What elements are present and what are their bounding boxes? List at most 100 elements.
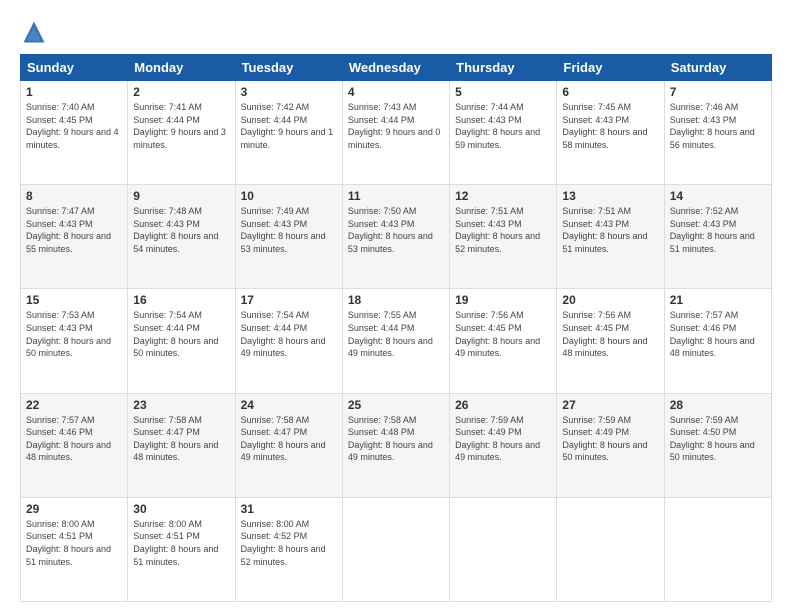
day-number: 28	[670, 398, 766, 412]
day-number: 16	[133, 293, 229, 307]
calendar-cell	[557, 497, 664, 601]
day-number: 20	[562, 293, 658, 307]
calendar-cell: 12 Sunrise: 7:51 AM Sunset: 4:43 PM Dayl…	[450, 185, 557, 289]
day-info: Sunrise: 7:57 AM Sunset: 4:46 PM Dayligh…	[670, 310, 755, 358]
day-number: 25	[348, 398, 444, 412]
day-number: 1	[26, 85, 122, 99]
day-info: Sunrise: 7:58 AM Sunset: 4:48 PM Dayligh…	[348, 415, 433, 463]
day-number: 31	[241, 502, 337, 516]
day-number: 19	[455, 293, 551, 307]
day-number: 22	[26, 398, 122, 412]
col-header-saturday: Saturday	[664, 55, 771, 81]
day-number: 30	[133, 502, 229, 516]
calendar-week-3: 15 Sunrise: 7:53 AM Sunset: 4:43 PM Dayl…	[21, 289, 772, 393]
day-info: Sunrise: 7:56 AM Sunset: 4:45 PM Dayligh…	[455, 310, 540, 358]
page: SundayMondayTuesdayWednesdayThursdayFrid…	[0, 0, 792, 612]
day-number: 6	[562, 85, 658, 99]
calendar-cell: 11 Sunrise: 7:50 AM Sunset: 4:43 PM Dayl…	[342, 185, 449, 289]
col-header-thursday: Thursday	[450, 55, 557, 81]
logo-icon	[20, 18, 48, 46]
calendar-cell: 2 Sunrise: 7:41 AM Sunset: 4:44 PM Dayli…	[128, 81, 235, 185]
calendar-cell: 26 Sunrise: 7:59 AM Sunset: 4:49 PM Dayl…	[450, 393, 557, 497]
calendar-cell: 3 Sunrise: 7:42 AM Sunset: 4:44 PM Dayli…	[235, 81, 342, 185]
day-number: 4	[348, 85, 444, 99]
day-info: Sunrise: 7:55 AM Sunset: 4:44 PM Dayligh…	[348, 310, 433, 358]
calendar-cell: 16 Sunrise: 7:54 AM Sunset: 4:44 PM Dayl…	[128, 289, 235, 393]
calendar-cell: 6 Sunrise: 7:45 AM Sunset: 4:43 PM Dayli…	[557, 81, 664, 185]
day-info: Sunrise: 7:44 AM Sunset: 4:43 PM Dayligh…	[455, 102, 540, 150]
day-info: Sunrise: 7:59 AM Sunset: 4:49 PM Dayligh…	[562, 415, 647, 463]
day-info: Sunrise: 7:58 AM Sunset: 4:47 PM Dayligh…	[241, 415, 326, 463]
calendar-cell: 15 Sunrise: 7:53 AM Sunset: 4:43 PM Dayl…	[21, 289, 128, 393]
col-header-friday: Friday	[557, 55, 664, 81]
calendar-cell: 21 Sunrise: 7:57 AM Sunset: 4:46 PM Dayl…	[664, 289, 771, 393]
calendar-cell: 20 Sunrise: 7:56 AM Sunset: 4:45 PM Dayl…	[557, 289, 664, 393]
calendar-cell: 5 Sunrise: 7:44 AM Sunset: 4:43 PM Dayli…	[450, 81, 557, 185]
calendar-cell	[450, 497, 557, 601]
day-number: 13	[562, 189, 658, 203]
calendar-cell: 31 Sunrise: 8:00 AM Sunset: 4:52 PM Dayl…	[235, 497, 342, 601]
col-header-monday: Monday	[128, 55, 235, 81]
day-number: 21	[670, 293, 766, 307]
day-info: Sunrise: 7:59 AM Sunset: 4:50 PM Dayligh…	[670, 415, 755, 463]
day-number: 18	[348, 293, 444, 307]
calendar-week-2: 8 Sunrise: 7:47 AM Sunset: 4:43 PM Dayli…	[21, 185, 772, 289]
day-number: 29	[26, 502, 122, 516]
day-number: 26	[455, 398, 551, 412]
calendar-cell: 14 Sunrise: 7:52 AM Sunset: 4:43 PM Dayl…	[664, 185, 771, 289]
calendar-cell: 13 Sunrise: 7:51 AM Sunset: 4:43 PM Dayl…	[557, 185, 664, 289]
day-number: 23	[133, 398, 229, 412]
day-info: Sunrise: 7:47 AM Sunset: 4:43 PM Dayligh…	[26, 206, 111, 254]
calendar-cell	[342, 497, 449, 601]
calendar-cell: 27 Sunrise: 7:59 AM Sunset: 4:49 PM Dayl…	[557, 393, 664, 497]
day-info: Sunrise: 7:51 AM Sunset: 4:43 PM Dayligh…	[455, 206, 540, 254]
calendar-cell: 9 Sunrise: 7:48 AM Sunset: 4:43 PM Dayli…	[128, 185, 235, 289]
day-info: Sunrise: 7:59 AM Sunset: 4:49 PM Dayligh…	[455, 415, 540, 463]
day-info: Sunrise: 7:42 AM Sunset: 4:44 PM Dayligh…	[241, 102, 334, 150]
calendar-header-row: SundayMondayTuesdayWednesdayThursdayFrid…	[21, 55, 772, 81]
calendar-cell: 8 Sunrise: 7:47 AM Sunset: 4:43 PM Dayli…	[21, 185, 128, 289]
day-info: Sunrise: 8:00 AM Sunset: 4:51 PM Dayligh…	[133, 519, 218, 567]
day-number: 24	[241, 398, 337, 412]
calendar-cell: 1 Sunrise: 7:40 AM Sunset: 4:45 PM Dayli…	[21, 81, 128, 185]
day-info: Sunrise: 7:40 AM Sunset: 4:45 PM Dayligh…	[26, 102, 119, 150]
calendar-cell: 28 Sunrise: 7:59 AM Sunset: 4:50 PM Dayl…	[664, 393, 771, 497]
day-number: 2	[133, 85, 229, 99]
day-number: 15	[26, 293, 122, 307]
day-info: Sunrise: 7:54 AM Sunset: 4:44 PM Dayligh…	[133, 310, 218, 358]
day-number: 5	[455, 85, 551, 99]
day-info: Sunrise: 7:56 AM Sunset: 4:45 PM Dayligh…	[562, 310, 647, 358]
day-info: Sunrise: 7:52 AM Sunset: 4:43 PM Dayligh…	[670, 206, 755, 254]
day-info: Sunrise: 8:00 AM Sunset: 4:51 PM Dayligh…	[26, 519, 111, 567]
day-number: 12	[455, 189, 551, 203]
calendar-cell: 18 Sunrise: 7:55 AM Sunset: 4:44 PM Dayl…	[342, 289, 449, 393]
day-number: 7	[670, 85, 766, 99]
logo	[20, 18, 52, 46]
calendar-cell: 23 Sunrise: 7:58 AM Sunset: 4:47 PM Dayl…	[128, 393, 235, 497]
day-number: 3	[241, 85, 337, 99]
day-info: Sunrise: 7:51 AM Sunset: 4:43 PM Dayligh…	[562, 206, 647, 254]
day-info: Sunrise: 7:45 AM Sunset: 4:43 PM Dayligh…	[562, 102, 647, 150]
calendar-cell: 19 Sunrise: 7:56 AM Sunset: 4:45 PM Dayl…	[450, 289, 557, 393]
calendar-cell: 17 Sunrise: 7:54 AM Sunset: 4:44 PM Dayl…	[235, 289, 342, 393]
day-number: 11	[348, 189, 444, 203]
calendar-cell: 10 Sunrise: 7:49 AM Sunset: 4:43 PM Dayl…	[235, 185, 342, 289]
day-number: 17	[241, 293, 337, 307]
calendar-cell: 29 Sunrise: 8:00 AM Sunset: 4:51 PM Dayl…	[21, 497, 128, 601]
day-info: Sunrise: 8:00 AM Sunset: 4:52 PM Dayligh…	[241, 519, 326, 567]
calendar-cell	[664, 497, 771, 601]
header	[20, 18, 772, 46]
day-info: Sunrise: 7:50 AM Sunset: 4:43 PM Dayligh…	[348, 206, 433, 254]
day-info: Sunrise: 7:54 AM Sunset: 4:44 PM Dayligh…	[241, 310, 326, 358]
day-number: 27	[562, 398, 658, 412]
day-number: 10	[241, 189, 337, 203]
calendar-table: SundayMondayTuesdayWednesdayThursdayFrid…	[20, 54, 772, 602]
day-info: Sunrise: 7:43 AM Sunset: 4:44 PM Dayligh…	[348, 102, 441, 150]
calendar-week-5: 29 Sunrise: 8:00 AM Sunset: 4:51 PM Dayl…	[21, 497, 772, 601]
day-number: 8	[26, 189, 122, 203]
day-number: 9	[133, 189, 229, 203]
day-info: Sunrise: 7:49 AM Sunset: 4:43 PM Dayligh…	[241, 206, 326, 254]
calendar-cell: 7 Sunrise: 7:46 AM Sunset: 4:43 PM Dayli…	[664, 81, 771, 185]
day-info: Sunrise: 7:58 AM Sunset: 4:47 PM Dayligh…	[133, 415, 218, 463]
day-number: 14	[670, 189, 766, 203]
